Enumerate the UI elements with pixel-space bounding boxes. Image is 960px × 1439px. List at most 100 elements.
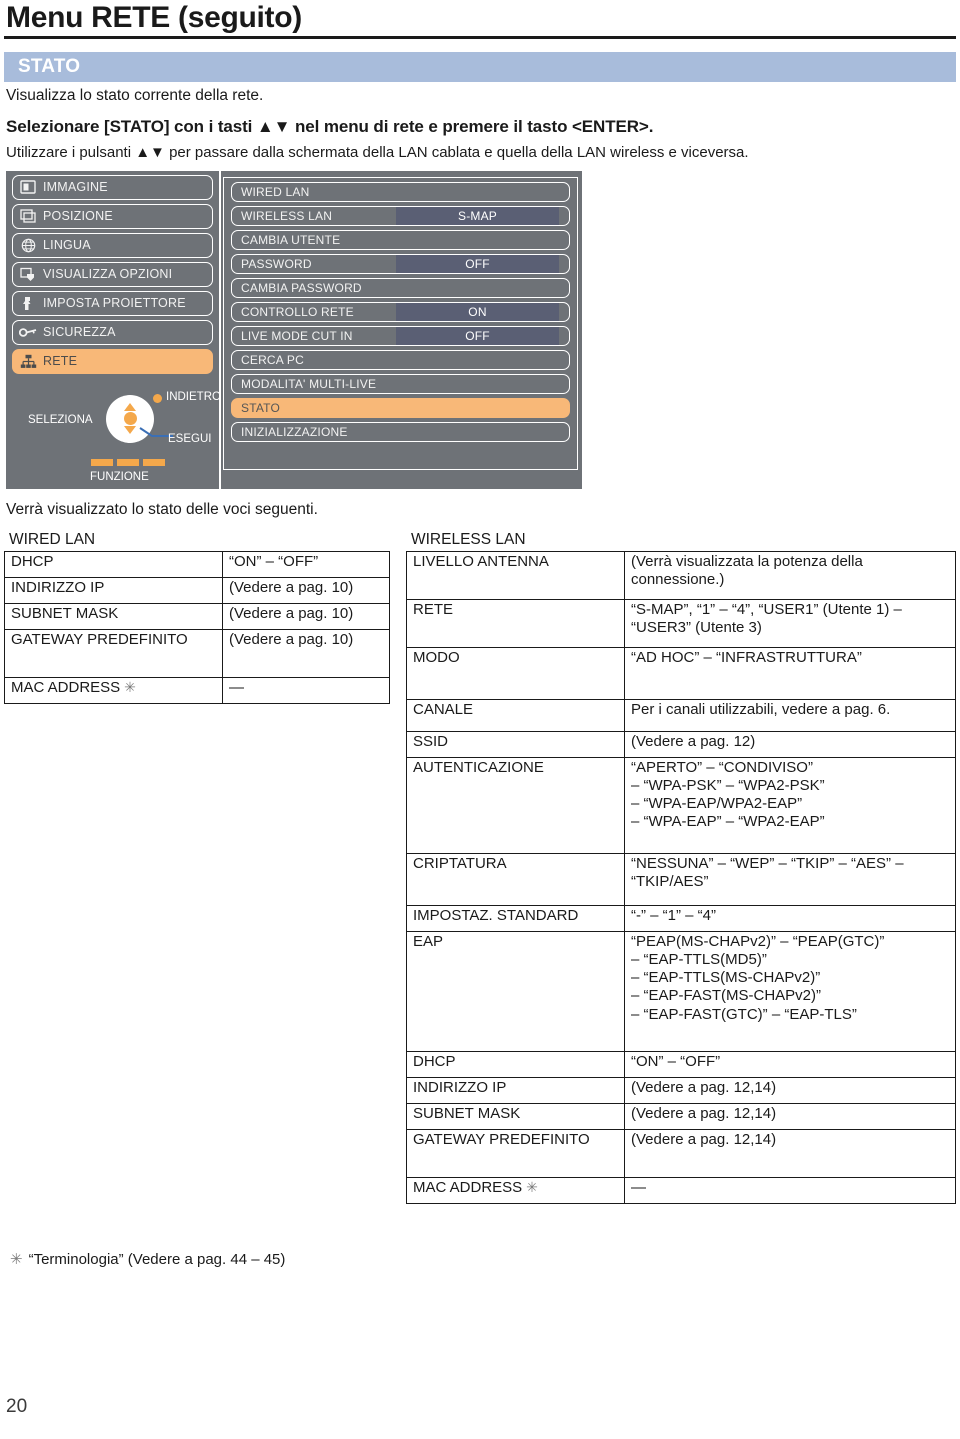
section-banner: STATO (4, 51, 956, 82)
table-key-text: SUBNET MASK (413, 1104, 521, 1122)
osd-network-item-value[interactable]: ON (396, 302, 559, 321)
osd-network-item-controllo-rete[interactable]: CONTROLLO RETE ON (231, 301, 570, 322)
wireless-lan-table: LIVELLO ANTENNA (Verrà visualizzata la po… (406, 550, 956, 1204)
osd-menu-item-label: IMPOSTA PROIETTORE (43, 296, 186, 310)
table-cell-key: GATEWAY PREDEFINITO (4, 628, 223, 678)
osd-menu-item-label: SICUREZZA (43, 325, 116, 339)
table-key-text: MODO (413, 648, 460, 666)
table-cell-value: (Vedere a pag. 12,14) (624, 1128, 956, 1178)
osd-menu-item-label: LINGUA (43, 238, 91, 252)
asterisk-icon: ✳ (10, 1251, 23, 1268)
table-key-text: INDIRIZZO IP (413, 1078, 507, 1096)
table-cell-value: (Vedere a pag. 10) (222, 628, 390, 678)
table-key-text: GATEWAY PREDEFINITO (413, 1130, 590, 1148)
table-row: MAC ADDRESS ✳ — (4, 676, 390, 704)
table-key-text: IMPOSTAZ. STANDARD (413, 906, 579, 924)
table-cell-key: MAC ADDRESS ✳ (406, 1176, 625, 1204)
osd-menu-item-immagine[interactable]: IMMAGINE (12, 174, 213, 200)
table-cell-value: “ON” – “OFF” (222, 550, 390, 578)
footnote-text: “Terminologia” (Vedere a pag. 44 – 45) (28, 1251, 286, 1268)
table-cell-value: — (222, 676, 390, 704)
osd-menu-item-rete[interactable]: RETE (12, 348, 213, 374)
wireless-lan-table-block: WIRELESS LAN LIVELLO ANTENNA (Verrà visua… (406, 531, 956, 1204)
table-cell-value: “PEAP(MS-CHAPv2)” – “PEAP(GTC)” – “EAP-T… (624, 930, 956, 1052)
osd-network-item-value[interactable]: OFF (396, 254, 559, 273)
table-key-text: CANALE (413, 700, 474, 718)
table-key-text: SSID (413, 732, 449, 750)
table-row: LIVELLO ANTENNA (Verrà visualizzata la po… (406, 550, 956, 600)
table-key-text: MAC ADDRESS (413, 1178, 523, 1196)
osd-network-item-password[interactable]: PASSWORD OFF (231, 253, 570, 274)
table-cell-value: “-” – “1” – “4” (624, 904, 956, 932)
page-title: Menu RETE (seguito) (6, 1, 302, 34)
osd-network-item-wired-lan[interactable]: WIRED LAN (231, 181, 570, 202)
intro-line-1: Visualizza lo stato corrente della rete. (6, 86, 264, 104)
table-cell-key: DHCP (4, 550, 223, 578)
table-key-text: SUBNET MASK (11, 604, 119, 622)
table-key-text: INDIRIZZO IP (11, 578, 105, 596)
osd-network-item-inizializzazione[interactable]: INIZIALIZZAZIONE (231, 421, 570, 442)
osd-menu-item-lingua[interactable]: LINGUA (12, 232, 213, 258)
table-row: SUBNET MASK (Vedere a pag. 12,14) (406, 1102, 956, 1130)
table-cell-key: CANALE (406, 698, 625, 732)
wired-lan-table: DHCP “ON” – “OFF” INDIRIZZO IP (Vedere a pa… (4, 550, 390, 704)
section-banner-label: STATO (18, 55, 81, 77)
table-row: EAP “PEAP(MS-CHAPv2)” – “PEAP(GTC)” – “EA… (406, 930, 956, 1052)
osd-menu-screenshot: IMMAGINE POSIZIONE LINGUA VISUALIZZA OPZION… (4, 168, 584, 491)
table-cell-key: RETE (406, 598, 625, 648)
osd-network-item-live-mode-cut-in[interactable]: LIVE MODE CUT IN OFF (231, 325, 570, 346)
indietro-label: INDIETRO (166, 390, 221, 403)
asterisk-icon: ✳ (120, 678, 136, 695)
osd-menu-item-sicurezza[interactable]: SICUREZZA (12, 319, 213, 345)
enter-dot-icon (123, 412, 137, 425)
osd-network-item-label: PASSWORD (241, 256, 312, 271)
key-icon (13, 326, 43, 339)
osd-network-item-label: WIRED LAN (241, 184, 310, 199)
osd-network-item-value[interactable]: OFF (396, 326, 559, 345)
table-cell-key: IMPOSTAZ. STANDARD (406, 904, 625, 932)
osd-network-item-label: CONTROLLO RETE (241, 304, 354, 319)
table-row: SSID (Vedere a pag. 12) (406, 730, 956, 758)
table-row: GATEWAY PREDEFINITO (Vedere a pag. 10) (4, 628, 390, 678)
osd-network-item-modalita-multi-live[interactable]: MODALITA' MULTI-LIVE (231, 373, 570, 394)
table-cell-value: (Vedere a pag. 10) (222, 576, 390, 604)
table-cell-key: SUBNET MASK (406, 1102, 625, 1130)
table-key-text: AUTENTICAZIONE (413, 758, 544, 776)
seleziona-label: SELEZIONA (28, 413, 93, 426)
table-cell-value: (Vedere a pag. 12,14) (624, 1102, 956, 1130)
osd-left-column: IMMAGINE POSIZIONE LINGUA VISUALIZZA OPZION… (6, 170, 221, 489)
table-cell-key: CRIPTATURA (406, 852, 625, 906)
table-cell-value: — (624, 1176, 956, 1204)
osd-network-item-label: STATO (241, 400, 281, 415)
arrow-up-icon (124, 403, 136, 411)
osd-network-item-cerca-pc[interactable]: CERCA PC (231, 349, 570, 370)
table-cell-value: “ON” – “OFF” (624, 1050, 956, 1078)
table-cell-value: “S-MAP”, “1” – “4”, “USER1” (Utente 1) –… (624, 598, 956, 648)
intro-line-3: Utilizzare i pulsanti ▲▼ per passare dal… (6, 143, 749, 161)
osd-menu-item-label: IMMAGINE (43, 180, 108, 194)
wireless-lan-caption: WIRELESS LAN (411, 530, 526, 548)
table-cell-key: MAC ADDRESS ✳ (4, 676, 223, 704)
osd-network-item-value[interactable]: S-MAP (396, 206, 559, 225)
table-cell-key: SSID (406, 730, 625, 758)
arrow-down-icon (124, 426, 136, 434)
osd-network-item-label: INIZIALIZZAZIONE (241, 424, 348, 439)
osd-menu-item-visualizza-opzioni[interactable]: VISUALIZZA OPZIONI (12, 261, 213, 287)
table-cell-value: (Vedere a pag. 12,14) (624, 1076, 956, 1104)
osd-menu-item-label: RETE (43, 354, 78, 368)
table-key-text: DHCP (413, 1052, 456, 1070)
footnote: ✳ “Terminologia” (Vedere a pag. 44 – 45) (10, 1250, 285, 1268)
funzione-label: FUNZIONE (90, 470, 149, 483)
osd-menu-item-imposta-proiettore[interactable]: IMPOSTA PROIETTORE (12, 290, 213, 316)
table-cell-key: INDIRIZZO IP (406, 1076, 625, 1104)
osd-menu-item-posizione[interactable]: POSIZIONE (12, 203, 213, 229)
osd-network-item-stato[interactable]: STATO (231, 397, 570, 418)
page-number: 20 (6, 1396, 28, 1417)
table-cell-value: “AD HOC” – “INFRASTRUTTURA” (624, 646, 956, 700)
osd-network-item-cambia-utente[interactable]: CAMBIA UTENTE (231, 229, 570, 250)
osd-network-item-wireless-lan[interactable]: WIRELESS LAN S-MAP (231, 205, 570, 226)
table-cell-key: EAP (406, 930, 625, 1052)
osd-network-item-label: LIVE MODE CUT IN (241, 328, 353, 343)
osd-network-item-cambia-password[interactable]: CAMBIA PASSWORD (231, 277, 570, 298)
table-cell-key: MODO (406, 646, 625, 700)
